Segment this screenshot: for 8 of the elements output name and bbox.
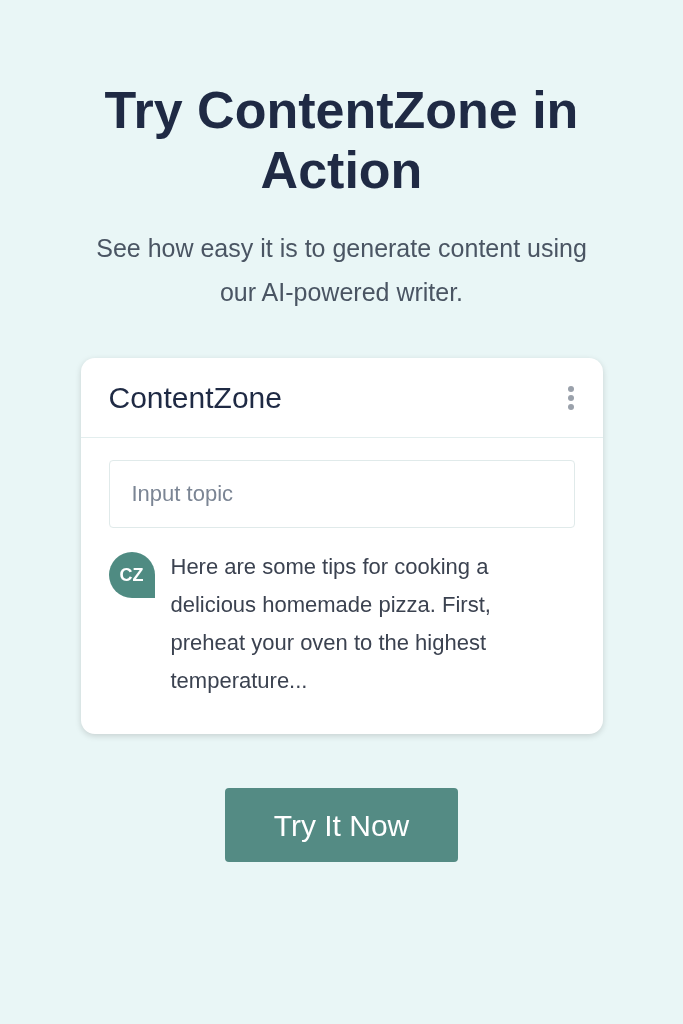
more-options-icon[interactable] (566, 384, 575, 411)
card-title: ContentZone (108, 380, 282, 416)
page-subtitle: See how easy it is to generate content using our AI-powered writer. (95, 233, 588, 308)
try-it-now-button[interactable]: Try It Now (225, 788, 458, 862)
avatar: CZ (108, 552, 155, 598)
page-title: Try ContentZone in Action (103, 80, 580, 200)
generated-message: Here are some tips for cooking a delicious homemade pizza. First, preheat your oven to the highest temperature... (170, 553, 492, 695)
topic-input-field[interactable]: Input topic (108, 460, 575, 528)
